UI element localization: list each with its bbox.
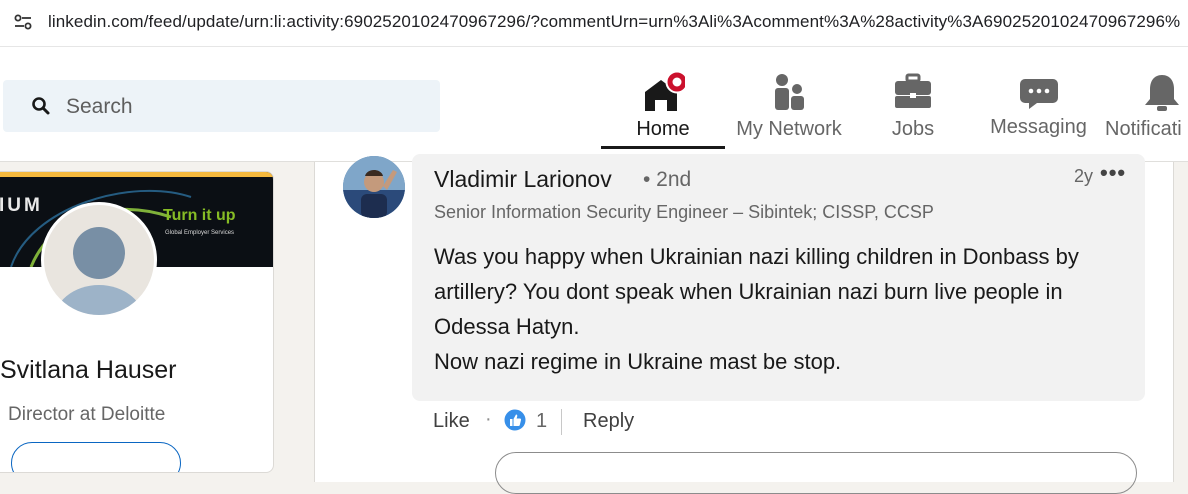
commenter-photo (343, 156, 405, 218)
banner-slogan: Turn it up (163, 207, 236, 224)
comment-text: Was you happy when Ukrainian nazi killin… (434, 239, 1124, 379)
home-icon (645, 71, 685, 111)
search-icon (32, 97, 50, 115)
like-button[interactable]: Like (433, 410, 470, 433)
connection-degree: • 2nd (643, 168, 692, 191)
comment-thread: Vladimir Larionov • 2nd Senior Informati… (314, 154, 1174, 494)
default-avatar-icon (54, 227, 144, 315)
nav-home-label: Home (636, 118, 690, 140)
profile-avatar[interactable] (41, 202, 157, 318)
nav-messaging-label: Messaging (990, 116, 1087, 138)
comment-author-headline: Senior Information Security Engineer – S… (434, 202, 934, 222)
messaging-icon (1019, 79, 1058, 109)
nav-notifications-label: Notificati (1105, 118, 1182, 140)
search-placeholder: Search (66, 95, 133, 118)
browser-address-bar[interactable]: linkedin.com/feed/update/urn:li:activity… (0, 0, 1188, 47)
profile-name[interactable]: Svitlana Hauser (0, 356, 176, 385)
search-input[interactable]: Search (3, 80, 440, 132)
site-settings-icon[interactable] (12, 11, 34, 33)
banner-subtext: Global Employer Services (165, 230, 235, 236)
nav-my-network[interactable]: My Network (727, 71, 851, 149)
nav-home[interactable]: Home (601, 71, 725, 149)
url-text[interactable]: linkedin.com/feed/update/urn:li:activity… (48, 12, 1188, 32)
nav-jobs[interactable]: Jobs (851, 71, 975, 149)
comment-paragraph: Was you happy when Ukrainian nazi killin… (434, 244, 1079, 339)
network-icon (775, 74, 804, 110)
comment-timestamp: 2y (1074, 166, 1094, 186)
more-options-button[interactable]: ••• (1100, 160, 1126, 186)
nav-messaging[interactable]: Messaging (975, 71, 1102, 149)
nav-notifications[interactable]: Notificati (1102, 71, 1188, 149)
comment-paragraph: Now nazi regime in Ukraine mast be stop. (434, 349, 842, 374)
nav-my-network-label: My Network (736, 118, 842, 140)
action-divider (561, 409, 562, 435)
profile-card[interactable]: IUM Turn it up Global Employer Services … (0, 171, 274, 473)
banner-text: IUM (0, 195, 43, 216)
profile-action-button[interactable] (11, 442, 181, 472)
commenter-avatar[interactable] (343, 156, 405, 218)
briefcase-icon (895, 73, 931, 108)
global-nav: Search Home My Network Jobs Messaging No… (0, 47, 1188, 162)
reaction-count[interactable]: 1 (536, 410, 547, 433)
separator-dot: · (485, 408, 492, 430)
nav-jobs-label: Jobs (891, 118, 935, 140)
comment-author-name[interactable]: Vladimir Larionov (434, 166, 612, 193)
comment-bubble: Vladimir Larionov • 2nd Senior Informati… (412, 154, 1145, 401)
profile-headline: Director at Deloitte (8, 404, 166, 425)
reply-button[interactable]: Reply (583, 410, 634, 433)
reply-input[interactable] (495, 452, 1137, 494)
like-reaction-icon[interactable] (503, 408, 527, 432)
bell-icon (1145, 75, 1179, 111)
